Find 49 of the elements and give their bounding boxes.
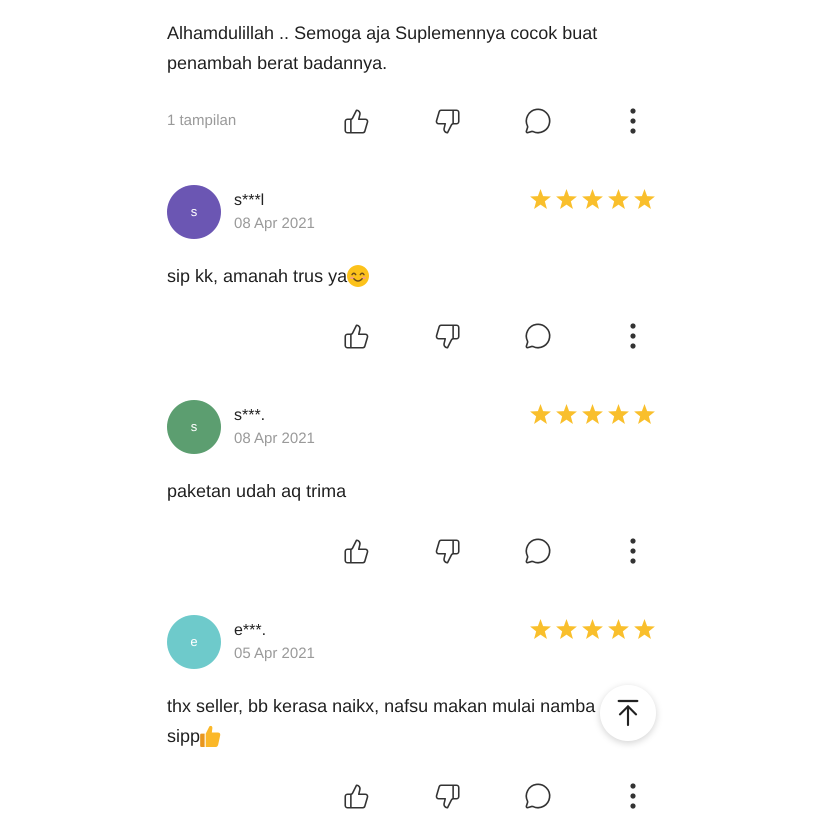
star-icon	[556, 619, 577, 639]
star-icon	[582, 619, 603, 639]
star-icon	[530, 619, 551, 639]
reviewer-name: e***.	[234, 621, 268, 641]
star-icon	[634, 189, 655, 209]
thumbs-down-icon	[434, 538, 460, 564]
thumbs-down-icon	[434, 108, 460, 134]
thumbs-up-icon	[342, 782, 370, 810]
star-icon	[582, 189, 603, 209]
view-count: 1 tampilan	[167, 110, 236, 131]
star-icon	[634, 404, 655, 424]
speech-bubble-icon	[524, 107, 552, 135]
thumbs-up-icon	[342, 538, 370, 564]
avatar-letter: s	[190, 203, 198, 222]
scroll-to-top-button[interactable]	[600, 685, 656, 741]
thumbs-up-emoji-icon	[200, 725, 222, 747]
review-text: sip kk, amanah trus ya	[167, 265, 348, 288]
review-date: 05 Apr 2021	[234, 644, 315, 664]
review-date: 08 Apr 2021	[234, 214, 315, 234]
thumbs-down-icon	[434, 322, 460, 350]
speech-bubble-icon	[524, 782, 552, 810]
star-icon	[634, 619, 655, 639]
more-icon	[630, 783, 636, 809]
thumbs-up-icon	[342, 322, 370, 350]
thumbs-up-icon	[342, 108, 370, 134]
smiling-face-icon	[347, 265, 370, 287]
more-icon	[630, 323, 636, 349]
star-icon	[608, 404, 629, 424]
avatar-letter: s	[190, 418, 198, 436]
review-text: paketan udah aq trima	[167, 480, 346, 503]
reviewer-name: s***l	[234, 191, 266, 211]
speech-bubble-icon	[524, 322, 552, 350]
star-icon	[582, 404, 603, 424]
star-icon	[530, 404, 551, 424]
star-icon	[556, 404, 577, 424]
review-text: Alhamdulillah .. Semoga aja Suplemennya cocok buat penambah berat badannya.	[167, 22, 598, 75]
reviewer-name: s***.	[234, 406, 266, 426]
star-icon	[556, 189, 577, 209]
thumbs-down-icon	[434, 782, 460, 810]
speech-bubble-icon	[524, 537, 552, 565]
more-icon	[630, 538, 636, 564]
review-text: sipp	[167, 725, 200, 748]
star-icon	[608, 619, 629, 639]
review-date: 08 Apr 2021	[234, 429, 315, 449]
star-icon	[530, 189, 551, 209]
more-icon	[630, 108, 636, 134]
avatar-letter: e	[190, 633, 198, 652]
star-icon	[608, 189, 629, 209]
review-text: thx seller, bb kerasa naikx, nafsu makan mulai namba	[167, 695, 596, 718]
